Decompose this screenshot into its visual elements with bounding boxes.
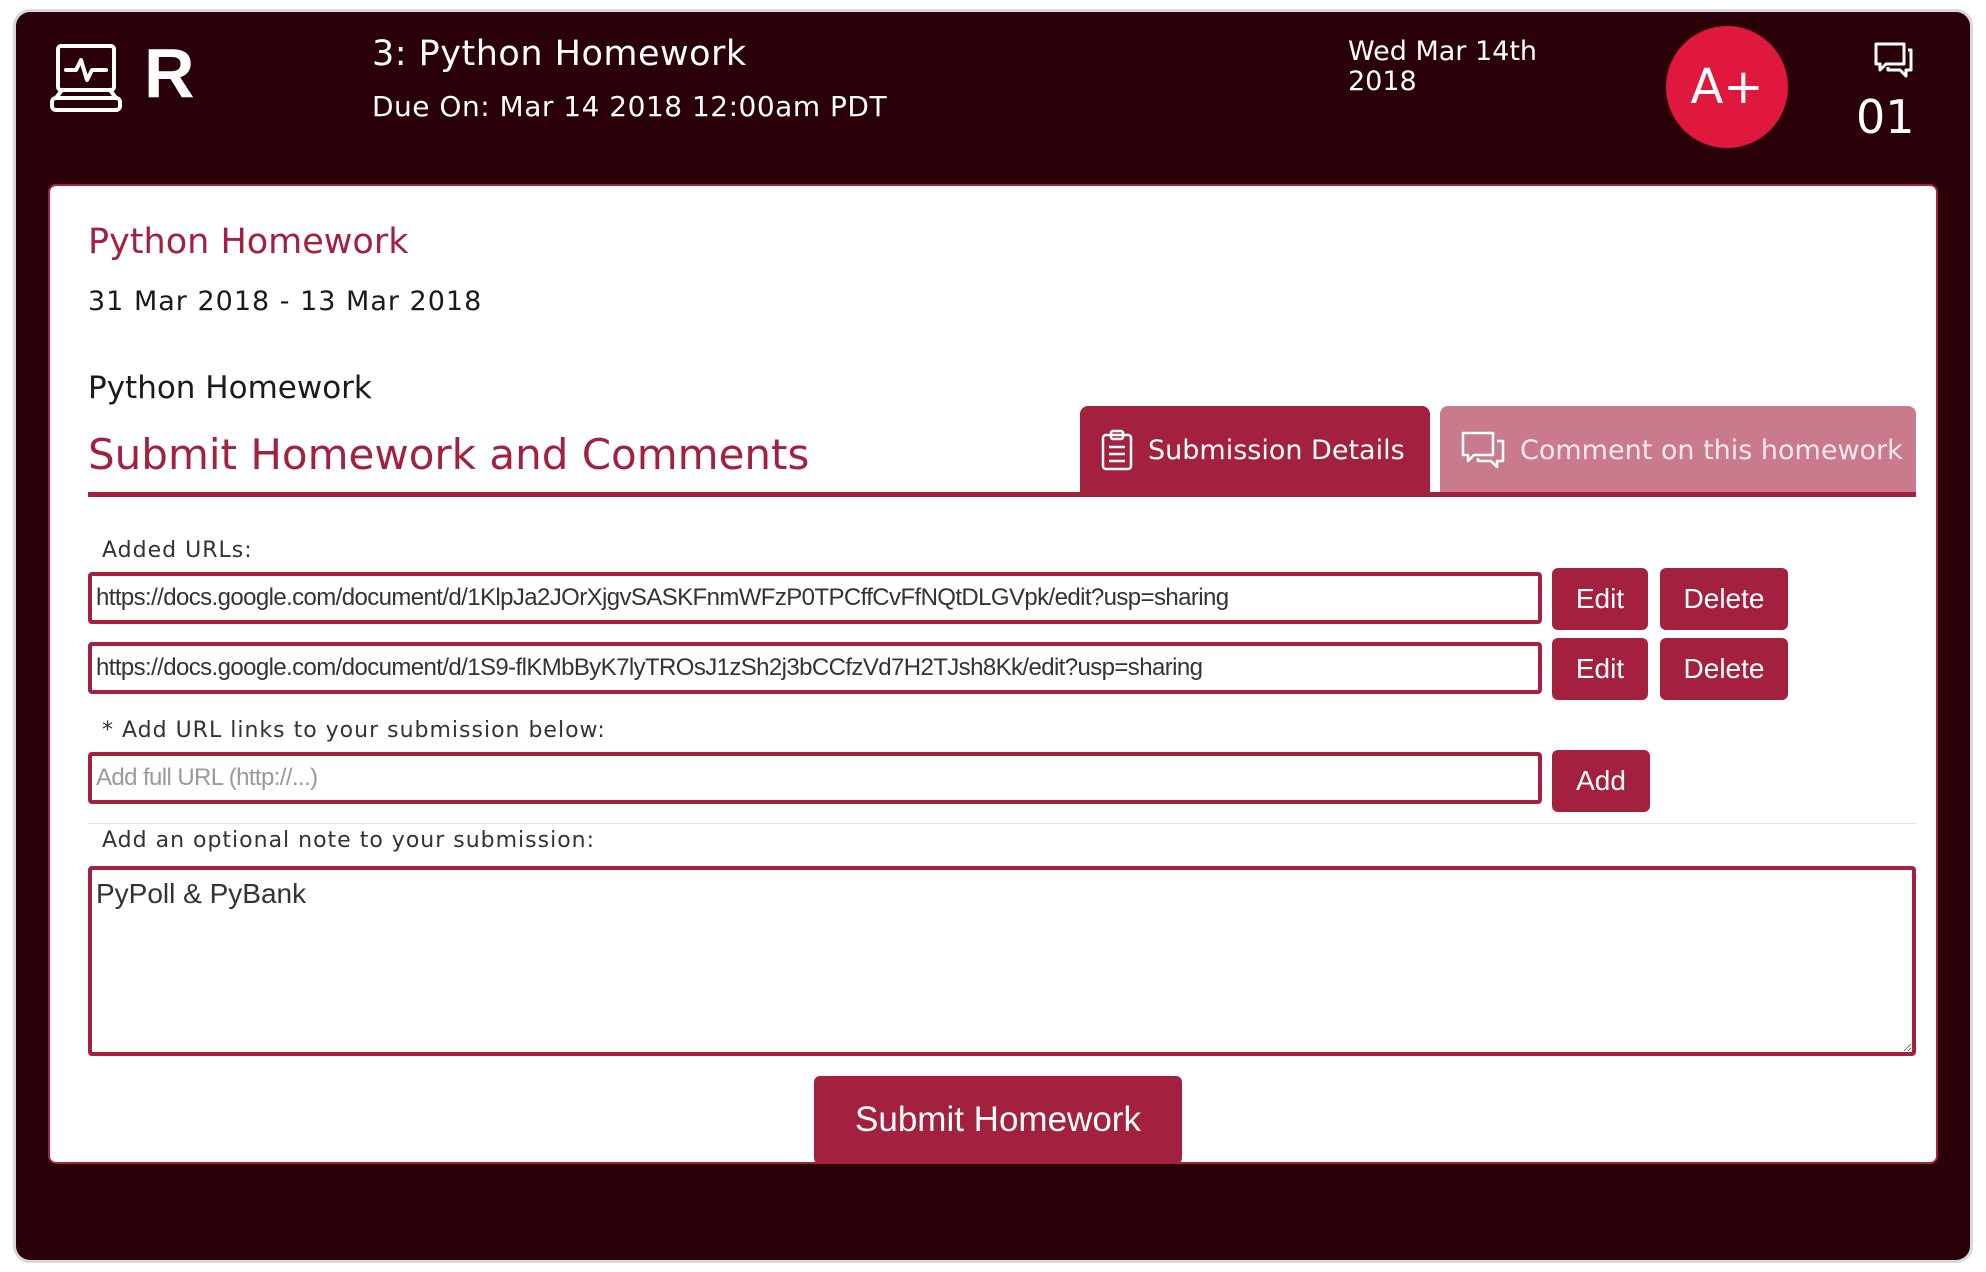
add-url-button[interactable]: Add: [1552, 750, 1650, 812]
chat-bubbles-icon[interactable]: [1872, 40, 1914, 80]
delete-url-button[interactable]: Delete: [1660, 568, 1788, 630]
added-url-field[interactable]: [88, 642, 1542, 694]
card-title: Python Homework: [88, 222, 409, 262]
assignment-title: 3: Python Homework: [372, 34, 747, 74]
current-date-line1: Wed Mar 14th: [1348, 36, 1538, 67]
edit-url-button[interactable]: Edit: [1552, 568, 1648, 630]
edit-url-button[interactable]: Edit: [1552, 638, 1648, 700]
section-title: Submit Homework and Comments: [88, 430, 810, 479]
new-url-input[interactable]: [88, 752, 1542, 804]
tab-submission-details[interactable]: Submission Details: [1080, 406, 1430, 494]
add-url-label: * Add URL links to your submission below…: [102, 718, 606, 743]
note-label: Add an optional note to your submission:: [102, 828, 596, 853]
tab-label: Comment on this homework: [1520, 434, 1903, 466]
monitor-pulse-icon: [50, 42, 122, 120]
grade-badge: A+: [1666, 26, 1788, 148]
clipboard-icon: [1101, 429, 1133, 471]
divider: [88, 823, 1916, 824]
tab-underline: [88, 492, 1916, 497]
app-frame: R 3: Python Homework Due On: Mar 14 2018…: [16, 12, 1970, 1260]
card-description: Python Homework: [88, 370, 372, 406]
message-count: 01: [1856, 90, 1915, 144]
submit-homework-button[interactable]: Submit Homework: [814, 1076, 1182, 1164]
brand-logo: R: [144, 34, 195, 112]
homework-card: Python Homework 31 Mar 2018 - 13 Mar 201…: [48, 184, 1938, 1164]
added-urls-label: Added URLs:: [102, 538, 253, 563]
submission-note-textarea[interactable]: PyPoll & PyBank: [88, 866, 1916, 1056]
chat-bubbles-icon: [1461, 431, 1505, 469]
due-date: Due On: Mar 14 2018 12:00am PDT: [372, 90, 888, 123]
date-range: 31 Mar 2018 - 13 Mar 2018: [88, 286, 483, 317]
added-url-field[interactable]: [88, 572, 1542, 624]
current-date-line2: 2018: [1348, 66, 1417, 97]
tab-comment-homework[interactable]: Comment on this homework: [1440, 406, 1916, 494]
delete-url-button[interactable]: Delete: [1660, 638, 1788, 700]
tab-label: Submission Details: [1148, 434, 1405, 466]
